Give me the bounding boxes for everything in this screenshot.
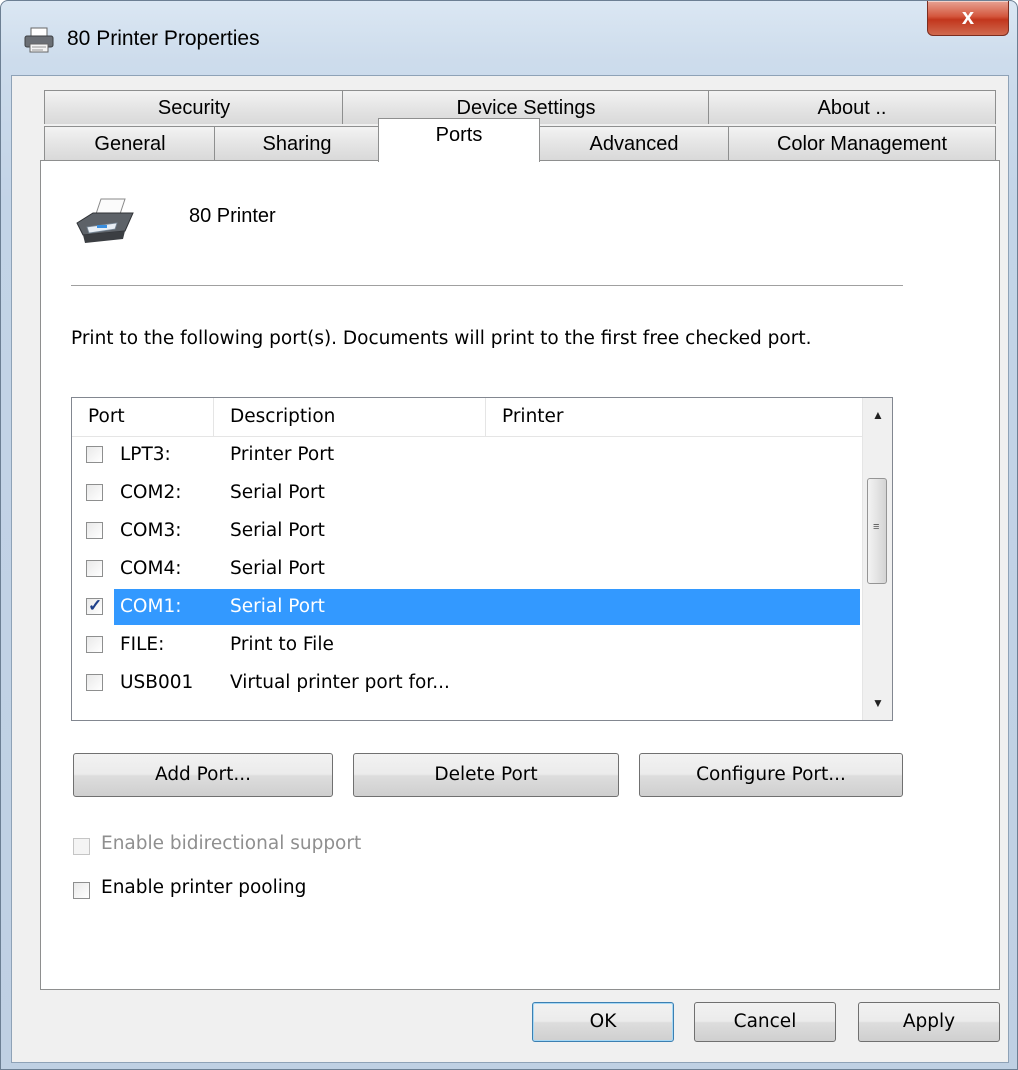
close-icon: x (961, 4, 975, 29)
configure-port-button[interactable]: Configure Port... (639, 753, 903, 797)
printer-title-icon (24, 27, 54, 53)
port-row-com2[interactable]: COM2: Serial Port (72, 474, 860, 512)
port-row-com3[interactable]: COM3: Serial Port (72, 512, 860, 550)
bidirectional-checkbox (73, 838, 90, 855)
add-port-button[interactable]: Add Port... (73, 753, 333, 797)
grip-icon: ≡ (873, 521, 880, 533)
port-checkbox[interactable] (86, 484, 103, 501)
column-header-port[interactable]: Port (72, 398, 214, 436)
port-cell: COM2: (120, 482, 182, 503)
description-cell: Print to File (230, 634, 334, 655)
ok-button[interactable]: OK (532, 1002, 674, 1042)
title-bar[interactable]: 80 Printer Properties x (1, 1, 1017, 75)
tab-ports[interactable]: Ports (378, 118, 540, 162)
port-row-lpt3[interactable]: LPT3: Printer Port (72, 436, 860, 474)
bidirectional-support-option: Enable bidirectional support (73, 833, 573, 863)
ports-list-header: Port Description Printer (72, 398, 862, 437)
scroll-up-arrow-icon[interactable]: ▲ (863, 398, 892, 432)
delete-port-button[interactable]: Delete Port (353, 753, 619, 797)
ports-instructions: Print to the following port(s). Document… (71, 328, 812, 349)
printer-icon (76, 198, 134, 243)
description-cell: Serial Port (230, 596, 325, 617)
description-cell: Serial Port (230, 558, 325, 579)
description-cell: Virtual printer port for... (230, 672, 450, 693)
port-row-usb001[interactable]: USB001 Virtual printer port for... (72, 664, 860, 702)
tab-color-management[interactable]: Color Management (728, 126, 996, 160)
pooling-checkbox[interactable] (73, 882, 90, 899)
port-cell: USB001 (120, 672, 194, 693)
description-cell: Serial Port (230, 520, 325, 541)
tab-advanced[interactable]: Advanced (538, 126, 730, 160)
close-button[interactable]: x (927, 1, 1009, 36)
description-cell: Serial Port (230, 482, 325, 503)
port-checkbox[interactable] (86, 560, 103, 577)
tab-sharing[interactable]: Sharing (214, 126, 380, 160)
apply-button[interactable]: Apply (858, 1002, 1000, 1042)
tab-general[interactable]: General (44, 126, 216, 160)
cancel-button[interactable]: Cancel (694, 1002, 836, 1042)
port-checkbox[interactable] (86, 636, 103, 653)
port-checkbox[interactable] (86, 446, 103, 463)
port-row-com1[interactable]: ✓ COM1: Serial Port (72, 588, 860, 626)
ports-list-scrollbar[interactable]: ▲ ≡ ▼ (862, 398, 892, 720)
printer-name: 80 Printer (189, 205, 276, 227)
port-cell: COM4: (120, 558, 182, 579)
port-checkbox[interactable]: ✓ (86, 596, 103, 615)
column-header-printer[interactable]: Printer (486, 398, 862, 436)
tab-about[interactable]: About .. (708, 90, 996, 124)
port-row-file[interactable]: FILE: Print to File (72, 626, 860, 664)
port-checkbox[interactable] (86, 522, 103, 539)
port-cell: COM3: (120, 520, 182, 541)
port-cell: LPT3: (120, 444, 171, 465)
printer-pooling-option[interactable]: Enable printer pooling (73, 877, 573, 907)
selection-highlight (114, 589, 860, 625)
port-cell: COM1: (120, 596, 182, 617)
ports-list[interactable]: Port Description Printer LPT3: Printer P… (71, 397, 893, 721)
ports-tab-panel: 80 Printer Print to the following port(s… (40, 160, 1000, 990)
bidirectional-label: Enable bidirectional support (101, 833, 362, 854)
properties-window: 80 Printer Properties x Security Device … (0, 0, 1018, 1070)
port-row-com4[interactable]: COM4: Serial Port (72, 550, 860, 588)
description-cell: Printer Port (230, 444, 335, 465)
dialog-client-area: Security Device Settings About .. Genera… (11, 75, 1009, 1063)
window-title: 80 Printer Properties (67, 27, 260, 50)
column-header-description[interactable]: Description (214, 398, 486, 436)
port-checkbox[interactable] (86, 674, 103, 691)
scrollbar-thumb[interactable]: ≡ (867, 478, 887, 584)
separator (71, 285, 903, 286)
checkmark-icon: ✓ (88, 596, 103, 615)
tab-security[interactable]: Security (44, 90, 344, 124)
port-cell: FILE: (120, 634, 165, 655)
pooling-label: Enable printer pooling (101, 877, 307, 898)
scroll-down-arrow-icon[interactable]: ▼ (863, 686, 892, 720)
